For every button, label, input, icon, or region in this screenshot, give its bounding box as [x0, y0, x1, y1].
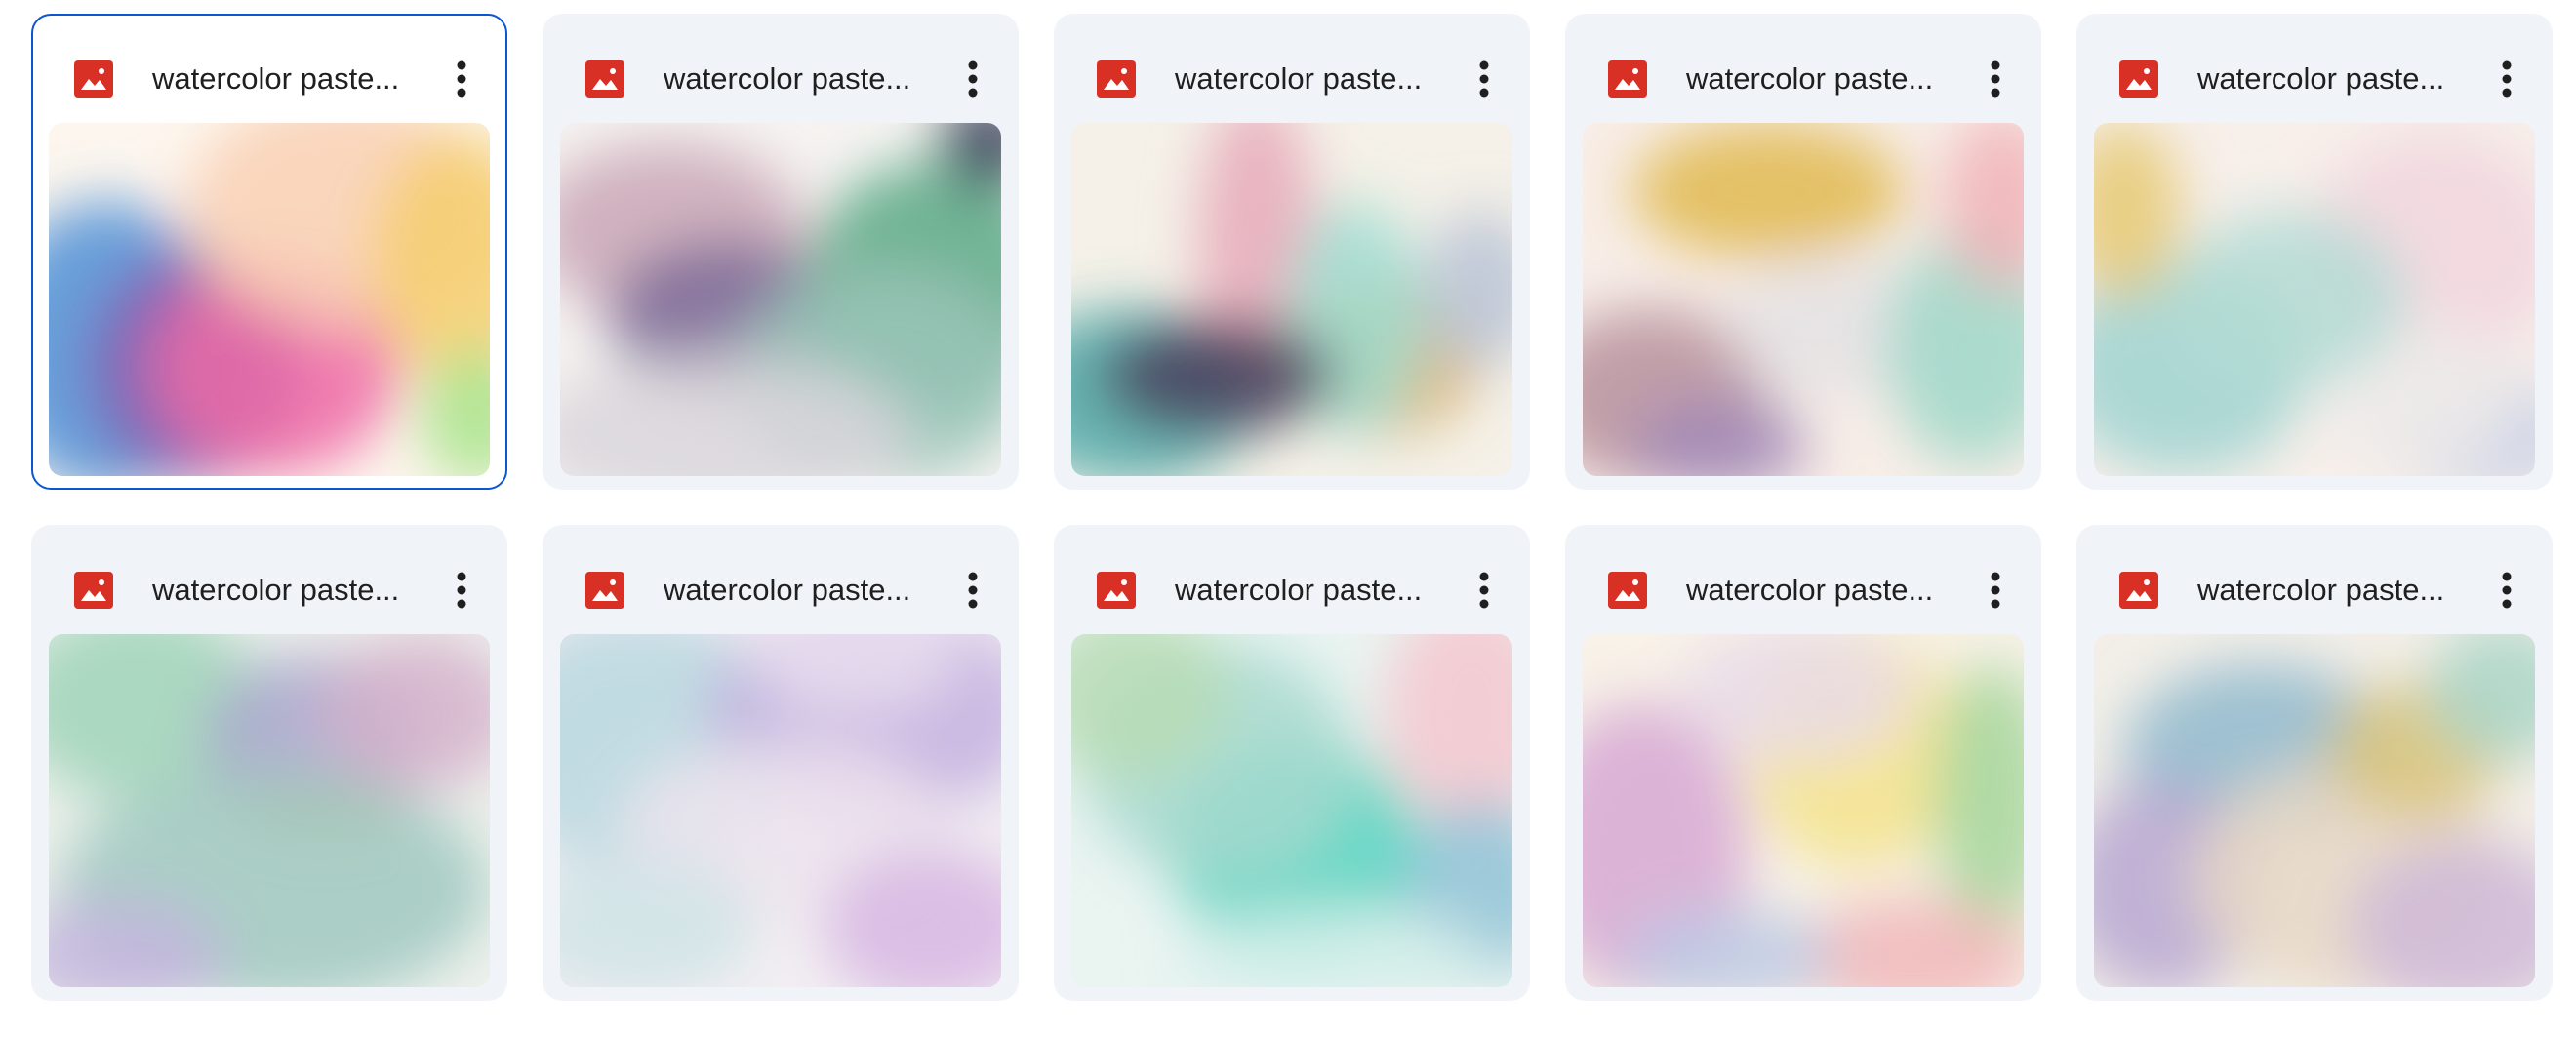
more-vert-icon — [968, 572, 978, 609]
paint-blob — [2172, 211, 2406, 386]
file-grid: watercolor paste... watercolor paste... wa… — [0, 0, 2576, 1038]
file-name[interactable]: watercolor paste... — [152, 57, 416, 101]
image-file-icon — [1097, 572, 1136, 609]
image-file-icon — [2119, 572, 2158, 609]
image-thumbnail-art — [49, 634, 490, 987]
image-file-icon — [74, 60, 113, 98]
file-name[interactable]: watercolor paste... — [664, 57, 927, 101]
file-card[interactable]: watercolor paste... — [2076, 525, 2553, 1001]
file-name[interactable]: watercolor paste... — [1686, 568, 1950, 613]
more-vert-icon — [1479, 572, 1489, 609]
image-thumbnail[interactable] — [49, 123, 490, 476]
image-file-icon — [2119, 60, 2158, 98]
file-card-header[interactable]: watercolor paste... — [543, 525, 1019, 630]
more-vert-icon — [1991, 60, 2000, 98]
more-vert-icon — [457, 572, 466, 609]
more-actions-button[interactable] — [1460, 53, 1509, 105]
file-card[interactable]: watercolor paste... — [1054, 525, 1530, 1001]
more-actions-button[interactable] — [437, 53, 486, 105]
file-card-header[interactable]: watercolor paste... — [2076, 525, 2553, 630]
image-thumbnail-art — [1583, 123, 2024, 476]
image-thumbnail[interactable] — [49, 634, 490, 987]
file-card-header[interactable]: watercolor paste... — [33, 16, 505, 121]
more-vert-icon — [457, 60, 466, 98]
more-actions-button[interactable] — [2482, 564, 2531, 617]
image-thumbnail[interactable] — [1583, 634, 2024, 987]
file-card-header[interactable]: watercolor paste... — [1054, 525, 1530, 630]
file-card[interactable]: watercolor paste... — [2076, 14, 2553, 490]
image-file-icon — [74, 572, 113, 609]
file-card[interactable]: watercolor paste... — [543, 14, 1019, 490]
more-actions-button[interactable] — [1971, 564, 2020, 617]
file-card[interactable]: watercolor paste... — [1565, 525, 2041, 1001]
file-card-header[interactable]: watercolor paste... — [2076, 14, 2553, 119]
file-card-header[interactable]: watercolor paste... — [1565, 14, 2041, 119]
image-thumbnail-art — [1583, 634, 2024, 987]
image-thumbnail-art — [2094, 634, 2535, 987]
file-name[interactable]: watercolor paste... — [152, 568, 416, 613]
file-card-header[interactable]: watercolor paste... — [543, 14, 1019, 119]
image-thumbnail[interactable] — [1071, 634, 1512, 987]
more-vert-icon — [1991, 572, 2000, 609]
image-file-icon — [1097, 60, 1136, 98]
paint-blob — [1631, 123, 1905, 260]
image-file-icon — [1608, 572, 1647, 609]
more-actions-button[interactable] — [948, 564, 997, 617]
more-vert-icon — [1479, 60, 1489, 98]
file-name[interactable]: watercolor paste... — [1175, 568, 1438, 613]
file-name[interactable]: watercolor paste... — [2197, 568, 2461, 613]
file-card[interactable]: watercolor paste... — [31, 525, 507, 1001]
image-thumbnail[interactable] — [2094, 634, 2535, 987]
more-vert-icon — [2502, 572, 2512, 609]
file-card-header[interactable]: watercolor paste... — [1565, 525, 2041, 630]
image-thumbnail-art — [560, 123, 1001, 476]
more-vert-icon — [2502, 60, 2512, 98]
more-actions-button[interactable] — [948, 53, 997, 105]
more-actions-button[interactable] — [2482, 53, 2531, 105]
image-thumbnail[interactable] — [1071, 123, 1512, 476]
paint-blob — [1101, 318, 1335, 435]
file-name[interactable]: watercolor paste... — [664, 568, 927, 613]
image-thumbnail[interactable] — [560, 634, 1001, 987]
image-file-icon — [585, 60, 624, 98]
image-thumbnail[interactable] — [560, 123, 1001, 476]
more-actions-button[interactable] — [1460, 564, 1509, 617]
file-card[interactable]: watercolor paste... — [31, 14, 507, 490]
file-card-header[interactable]: watercolor paste... — [31, 525, 507, 630]
image-thumbnail-art — [560, 634, 1001, 987]
file-card[interactable]: watercolor paste... — [1565, 14, 2041, 490]
file-name[interactable]: watercolor paste... — [1175, 57, 1438, 101]
image-thumbnail[interactable] — [2094, 123, 2535, 476]
image-file-icon — [1608, 60, 1647, 98]
file-card[interactable]: watercolor paste... — [543, 525, 1019, 1001]
file-card[interactable]: watercolor paste... — [1054, 14, 1530, 490]
image-file-icon — [585, 572, 624, 609]
more-actions-button[interactable] — [437, 564, 486, 617]
image-thumbnail-art — [49, 123, 490, 476]
file-card-header[interactable]: watercolor paste... — [1054, 14, 1530, 119]
image-thumbnail-art — [1071, 634, 1512, 987]
more-vert-icon — [968, 60, 978, 98]
file-name[interactable]: watercolor paste... — [2197, 57, 2461, 101]
image-thumbnail[interactable] — [1583, 123, 2024, 476]
file-name[interactable]: watercolor paste... — [1686, 57, 1950, 101]
image-thumbnail-art — [1071, 123, 1512, 476]
more-actions-button[interactable] — [1971, 53, 2020, 105]
image-thumbnail-art — [2094, 123, 2535, 476]
